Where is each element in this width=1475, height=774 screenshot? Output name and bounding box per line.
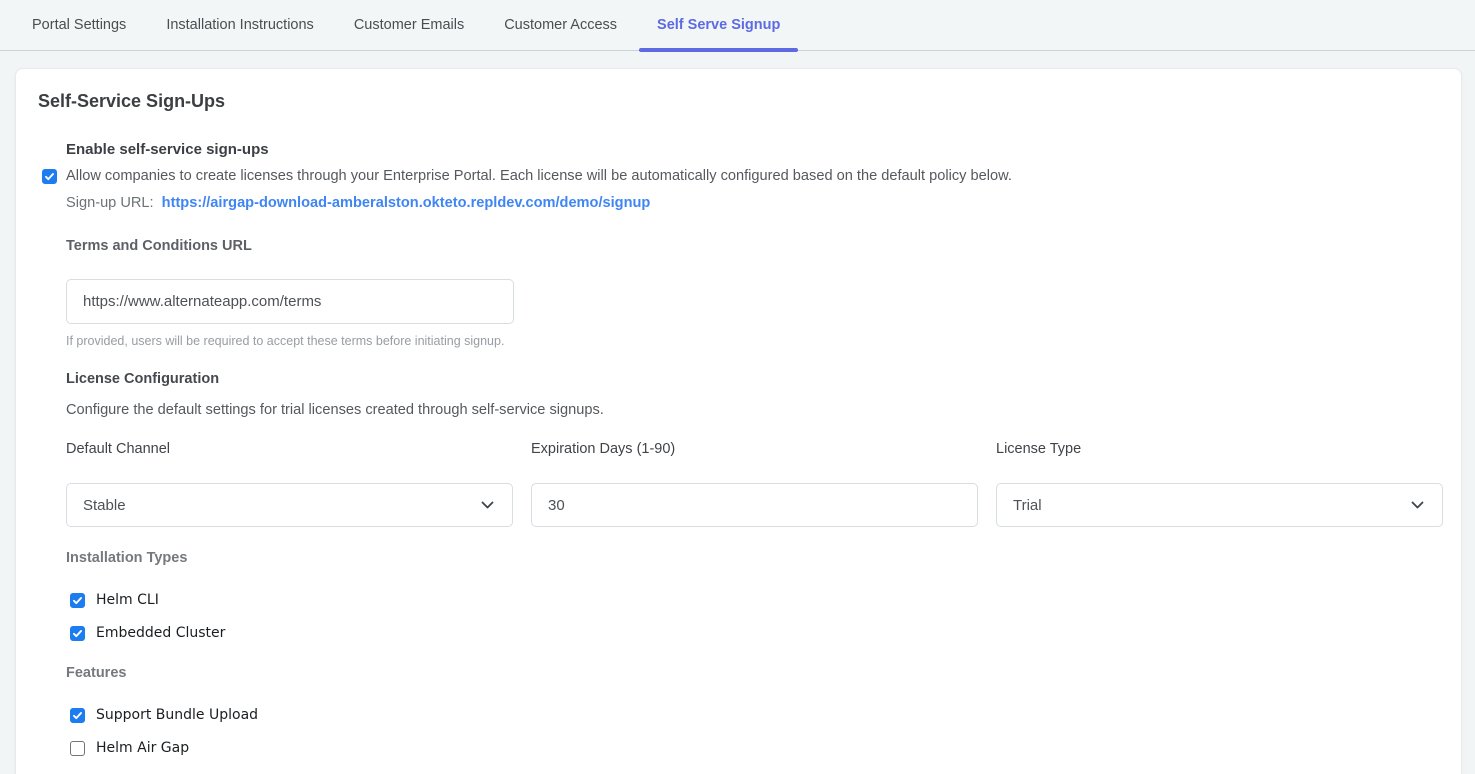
license-type-value: Trial [1013,497,1042,514]
enable-signups-section: Enable self-service sign-ups Allow compa… [66,141,1439,211]
enable-signups-description: Allow companies to create licenses throu… [66,168,1439,184]
tab-customer-access[interactable]: Customer Access [484,0,637,50]
check-icon [72,710,83,721]
helm-cli-label: Helm CLI [96,592,159,608]
page-title: Self-Service Sign-Ups [38,91,1439,112]
signup-url-label: Sign-up URL: [66,195,154,211]
helm-air-gap-checkbox[interactable] [70,741,85,756]
license-type-select[interactable]: Trial [996,483,1443,527]
chevron-down-icon [1411,501,1424,510]
enable-signups-checkbox[interactable] [42,169,57,184]
default-channel-value: Stable [83,497,126,514]
check-icon [72,595,83,606]
helm-air-gap-label: Helm Air Gap [96,740,189,756]
tab-customer-emails[interactable]: Customer Emails [334,0,484,50]
default-channel-select[interactable]: Stable [66,483,513,527]
license-type-label: License Type [996,441,1443,457]
expiration-days-control [531,483,978,527]
feature-helm-air-gap-row[interactable]: Helm Air Gap [70,740,1439,756]
features-title: Features [66,665,1439,681]
tab-installation-instructions[interactable]: Installation Instructions [146,0,334,50]
license-configuration-description: Configure the default settings for trial… [66,402,1439,418]
enable-signups-label: Enable self-service sign-ups [66,141,1439,158]
terms-helper-text: If provided, users will be required to a… [66,334,1439,348]
signup-url-link[interactable]: https://airgap-download-amberalston.okte… [162,195,651,211]
helm-cli-checkbox[interactable] [70,593,85,608]
terms-url-label: Terms and Conditions URL [66,238,1439,254]
settings-tabbar: Portal Settings Installation Instruction… [0,0,1475,51]
embedded-cluster-checkbox[interactable] [70,626,85,641]
tab-self-serve-signup[interactable]: Self Serve Signup [637,0,800,50]
signup-url-row: Sign-up URL: https://airgap-download-amb… [66,195,1439,211]
tab-portal-settings[interactable]: Portal Settings [12,0,146,50]
self-serve-signup-panel: Self-Service Sign-Ups Enable self-servic… [15,68,1462,774]
default-channel-label: Default Channel [66,441,513,457]
installation-types-title: Installation Types [66,550,1439,566]
check-icon [72,628,83,639]
installation-type-helm-cli-row[interactable]: Helm CLI [70,592,1439,608]
terms-url-input[interactable] [66,279,514,324]
license-config-grid: Default Channel Stable Expiration Days (… [66,441,1439,527]
support-bundle-upload-label: Support Bundle Upload [96,707,258,723]
default-channel-field: Default Channel Stable [66,441,513,527]
installation-type-embedded-cluster-row[interactable]: Embedded Cluster [70,625,1439,641]
chevron-down-icon [481,501,494,510]
expiration-days-label: Expiration Days (1-90) [531,441,978,457]
support-bundle-upload-checkbox[interactable] [70,708,85,723]
expiration-days-input[interactable] [548,484,961,526]
feature-support-bundle-row[interactable]: Support Bundle Upload [70,707,1439,723]
embedded-cluster-label: Embedded Cluster [96,625,225,641]
check-icon [44,171,55,182]
license-type-field: License Type Trial [996,441,1443,527]
license-configuration-title: License Configuration [66,371,1439,387]
expiration-days-field: Expiration Days (1-90) [531,441,978,527]
